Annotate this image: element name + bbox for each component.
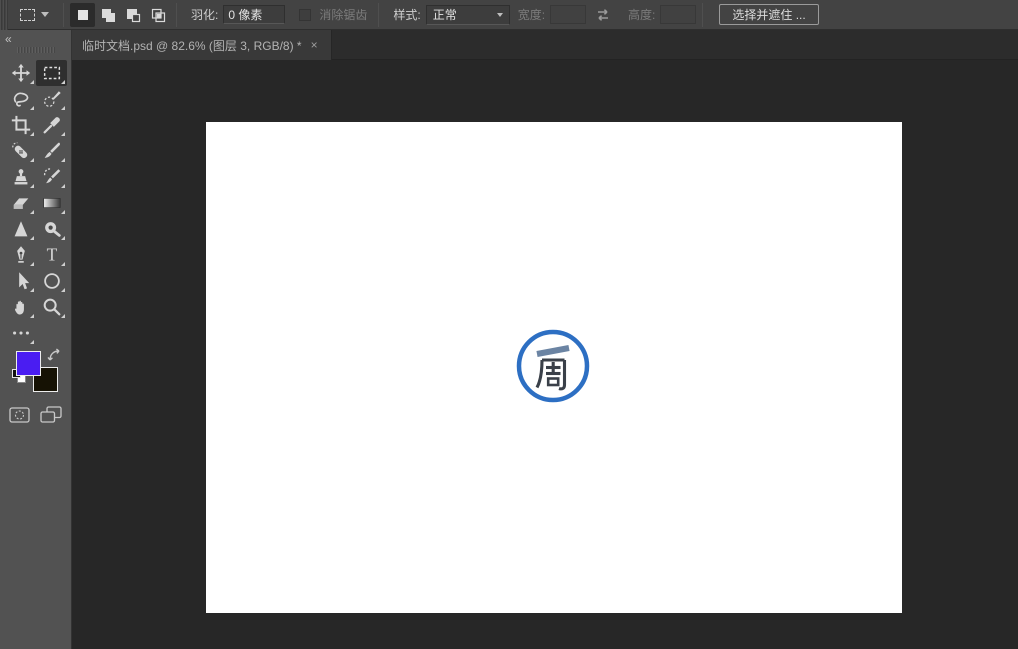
quick-mask-icon bbox=[9, 407, 30, 423]
spot-healing-brush-tool[interactable] bbox=[5, 138, 36, 164]
pen-tool[interactable] bbox=[5, 242, 36, 268]
sharpen-tool-icon bbox=[14, 221, 27, 237]
clone-stamp-tool-icon bbox=[14, 169, 27, 185]
logo-artwork: 一 周 bbox=[511, 324, 595, 408]
style-selected-value: 正常 bbox=[432, 8, 457, 22]
eyedropper-tool-icon bbox=[43, 117, 60, 134]
new-selection-button[interactable] bbox=[70, 2, 95, 27]
subtract-from-selection-button[interactable] bbox=[120, 3, 145, 27]
type-tool[interactable]: T bbox=[36, 242, 67, 268]
style-label: 样式: bbox=[393, 8, 421, 22]
dodge-tool[interactable] bbox=[36, 216, 67, 242]
options-bar-grip[interactable] bbox=[0, 0, 8, 30]
clone-stamp-tool[interactable] bbox=[5, 164, 36, 190]
width-input[interactable] bbox=[550, 5, 587, 24]
eyedropper-tool[interactable] bbox=[36, 112, 67, 138]
eraser-tool[interactable] bbox=[5, 190, 36, 216]
path-selection-tool-icon bbox=[18, 272, 29, 290]
quick-selection-tool-icon bbox=[43, 91, 61, 107]
separator bbox=[63, 2, 64, 27]
add-to-selection-icon bbox=[101, 8, 115, 22]
spot-healing-brush-tool-icon bbox=[11, 142, 27, 159]
hand-tool-icon bbox=[14, 300, 24, 315]
pen-tool-icon bbox=[16, 246, 25, 263]
swap-colors-button[interactable] bbox=[47, 348, 62, 366]
swap-width-height-icon bbox=[598, 8, 609, 21]
new-selection-icon bbox=[77, 9, 88, 20]
chevron-down-icon bbox=[41, 12, 49, 17]
chevron-down-icon bbox=[496, 12, 503, 17]
screen-mode-icon bbox=[40, 406, 62, 423]
history-brush-tool-icon bbox=[43, 168, 60, 184]
separator bbox=[176, 2, 177, 27]
feather-label: 羽化: bbox=[191, 8, 219, 22]
sharpen-tool[interactable] bbox=[5, 216, 36, 242]
tools-grid-spacer bbox=[36, 320, 67, 346]
select-and-mask-button[interactable]: 选择并遮住 ... bbox=[719, 4, 819, 25]
swap-colors-icon bbox=[47, 348, 60, 361]
style-select[interactable]: 正常 bbox=[425, 4, 510, 25]
photoshop-window: { "options_bar": { "tool_preset_icon": "… bbox=[0, 0, 1018, 649]
path-selection-tool[interactable] bbox=[5, 268, 36, 294]
gradient-tool-icon bbox=[42, 198, 61, 208]
quick-mask-mode-button[interactable] bbox=[9, 407, 30, 427]
document-tab-title: 临时文档.psd @ 82.6% (图层 3, RGB/8) * bbox=[82, 38, 302, 53]
edit-toolbar-button[interactable] bbox=[5, 320, 36, 346]
anti-alias-checkbox[interactable] bbox=[299, 8, 312, 21]
svg-text:T: T bbox=[46, 245, 57, 265]
tool-panel-grip[interactable] bbox=[17, 47, 55, 53]
intersect-selection-icon bbox=[151, 8, 165, 22]
quick-selection-tool[interactable] bbox=[36, 86, 67, 112]
tools-grid: T bbox=[5, 60, 67, 346]
separator bbox=[378, 2, 380, 27]
lasso-tool[interactable] bbox=[5, 86, 36, 112]
circle-logo-icon bbox=[516, 329, 590, 403]
collapse-panel-button[interactable]: « bbox=[5, 32, 12, 46]
width-label: 宽度: bbox=[517, 8, 546, 22]
document-tab[interactable]: 临时文档.psd @ 82.6% (图层 3, RGB/8) * × bbox=[72, 30, 332, 60]
subtract-from-selection-icon bbox=[126, 8, 140, 22]
document-workspace: 一 周 bbox=[72, 60, 1018, 649]
rectangular-marquee-tool[interactable] bbox=[36, 60, 67, 86]
height-input[interactable] bbox=[660, 5, 697, 24]
type-tool-icon: T bbox=[46, 245, 57, 265]
height-label: 高度: bbox=[628, 8, 656, 22]
edit-toolbar-icon bbox=[12, 331, 29, 335]
brush-tool[interactable] bbox=[36, 138, 67, 164]
zoom-tool[interactable] bbox=[36, 294, 67, 320]
crop-tool-icon bbox=[11, 115, 30, 135]
close-tab-icon[interactable]: × bbox=[311, 38, 318, 52]
foreground-color-swatch[interactable] bbox=[16, 351, 41, 376]
tool-preset-button[interactable] bbox=[12, 3, 57, 27]
dodge-tool-icon bbox=[44, 222, 61, 237]
document-tab-bar: 临时文档.psd @ 82.6% (图层 3, RGB/8) * × bbox=[72, 30, 1018, 60]
screen-mode-button[interactable] bbox=[40, 406, 62, 427]
rectangular-marquee-icon bbox=[20, 8, 35, 21]
separator bbox=[702, 2, 704, 27]
anti-alias-label: 消除锯齿 bbox=[319, 8, 368, 22]
logo-top-char: 一 bbox=[595, 324, 596, 325]
move-tool[interactable] bbox=[5, 60, 36, 86]
tool-panel: « T bbox=[0, 30, 72, 649]
ellipse-tool[interactable] bbox=[36, 268, 67, 294]
rectangular-marquee-tool-icon bbox=[43, 66, 60, 80]
feather-input[interactable] bbox=[223, 5, 286, 24]
zoom-tool-icon bbox=[43, 298, 60, 316]
hand-tool[interactable] bbox=[5, 294, 36, 320]
brush-tool-icon bbox=[44, 142, 60, 158]
add-to-selection-button[interactable] bbox=[95, 3, 120, 27]
lasso-tool-icon bbox=[13, 92, 28, 107]
crop-tool[interactable] bbox=[5, 112, 36, 138]
ellipse-tool-icon bbox=[43, 273, 60, 289]
logo-main-char: 周 bbox=[595, 324, 596, 325]
swap-width-height-button[interactable] bbox=[594, 7, 612, 23]
eraser-tool-icon bbox=[13, 198, 28, 209]
gradient-tool[interactable] bbox=[36, 190, 67, 216]
move-tool-icon bbox=[11, 63, 30, 83]
canvas[interactable]: 一 周 bbox=[206, 122, 902, 613]
intersect-selection-button[interactable] bbox=[145, 3, 170, 27]
options-bar: 羽化: 消除锯齿 样式: 正常 宽度: 高度: 选择并遮住 ... bbox=[0, 0, 1018, 30]
history-brush-tool[interactable] bbox=[36, 164, 67, 190]
